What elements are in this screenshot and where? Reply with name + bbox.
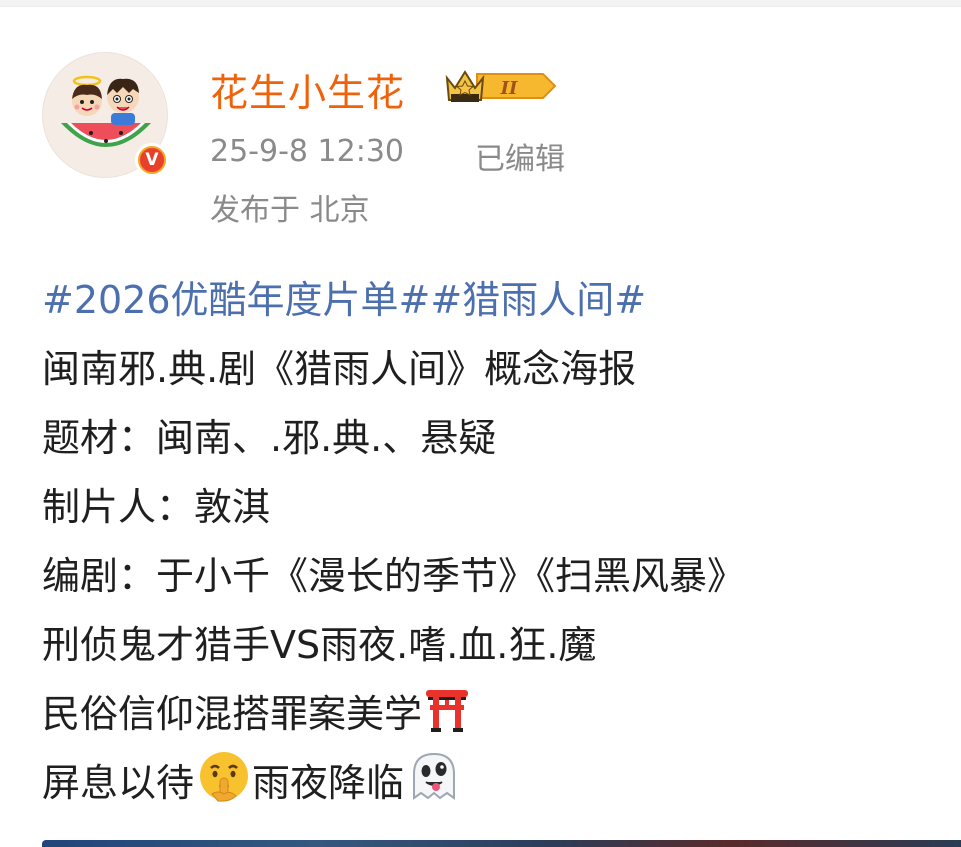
- crown-level-badge-icon[interactable]: II: [443, 64, 559, 108]
- post-text-line: 题材：闽南、.邪.典.、悬疑: [42, 416, 497, 460]
- post-text-line: 编剧：于小千《漫长的季节》《扫黑风暴》: [42, 554, 746, 598]
- shushing-face-emoji-icon: [196, 750, 252, 824]
- torii-gate-emoji-icon: [424, 685, 470, 755]
- hashtag-line: #2026优酷年度片单##猎雨人间#: [42, 266, 942, 335]
- post-content: #2026优酷年度片单##猎雨人间# 闽南邪.典.剧《猎雨人间》概念海报 题材：…: [42, 266, 942, 818]
- top-divider: [0, 0, 961, 7]
- post-timestamp: 25-9-8 12:30: [210, 134, 404, 169]
- post-text-segment: 屏息以待: [42, 761, 195, 805]
- verified-badge-icon: V: [135, 143, 169, 177]
- author-name[interactable]: 花生小生花: [210, 62, 405, 117]
- post-text-segment: 雨夜降临: [252, 761, 405, 805]
- level-label: II: [500, 78, 518, 99]
- verified-v-mark: V: [140, 148, 164, 172]
- hashtag-link[interactable]: #猎雨人间#: [430, 278, 646, 322]
- ghost-emoji-icon: [406, 750, 462, 824]
- post-text-line: 制片人：敦淇: [42, 485, 271, 529]
- post-text-line-with-emoji: 屏息以待 雨夜降临: [42, 749, 942, 818]
- edited-label[interactable]: 已编辑: [475, 134, 565, 178]
- post-text-line: 闽南邪.典.剧《猎雨人间》概念海报: [42, 347, 637, 391]
- post-image-preview[interactable]: [42, 840, 961, 847]
- hashtag-link[interactable]: #2026优酷年度片单#: [42, 278, 430, 322]
- post-text-line-with-emoji: 民俗信仰混搭罪案美学: [42, 680, 942, 749]
- post-text-segment: 民俗信仰混搭罪案美学: [42, 692, 423, 736]
- post-location: 发布于 北京: [210, 193, 370, 228]
- post-text-line: 刑侦鬼才猎手VS雨夜.嗜.血.狂.魔: [42, 623, 597, 667]
- author-avatar[interactable]: V: [42, 52, 169, 178]
